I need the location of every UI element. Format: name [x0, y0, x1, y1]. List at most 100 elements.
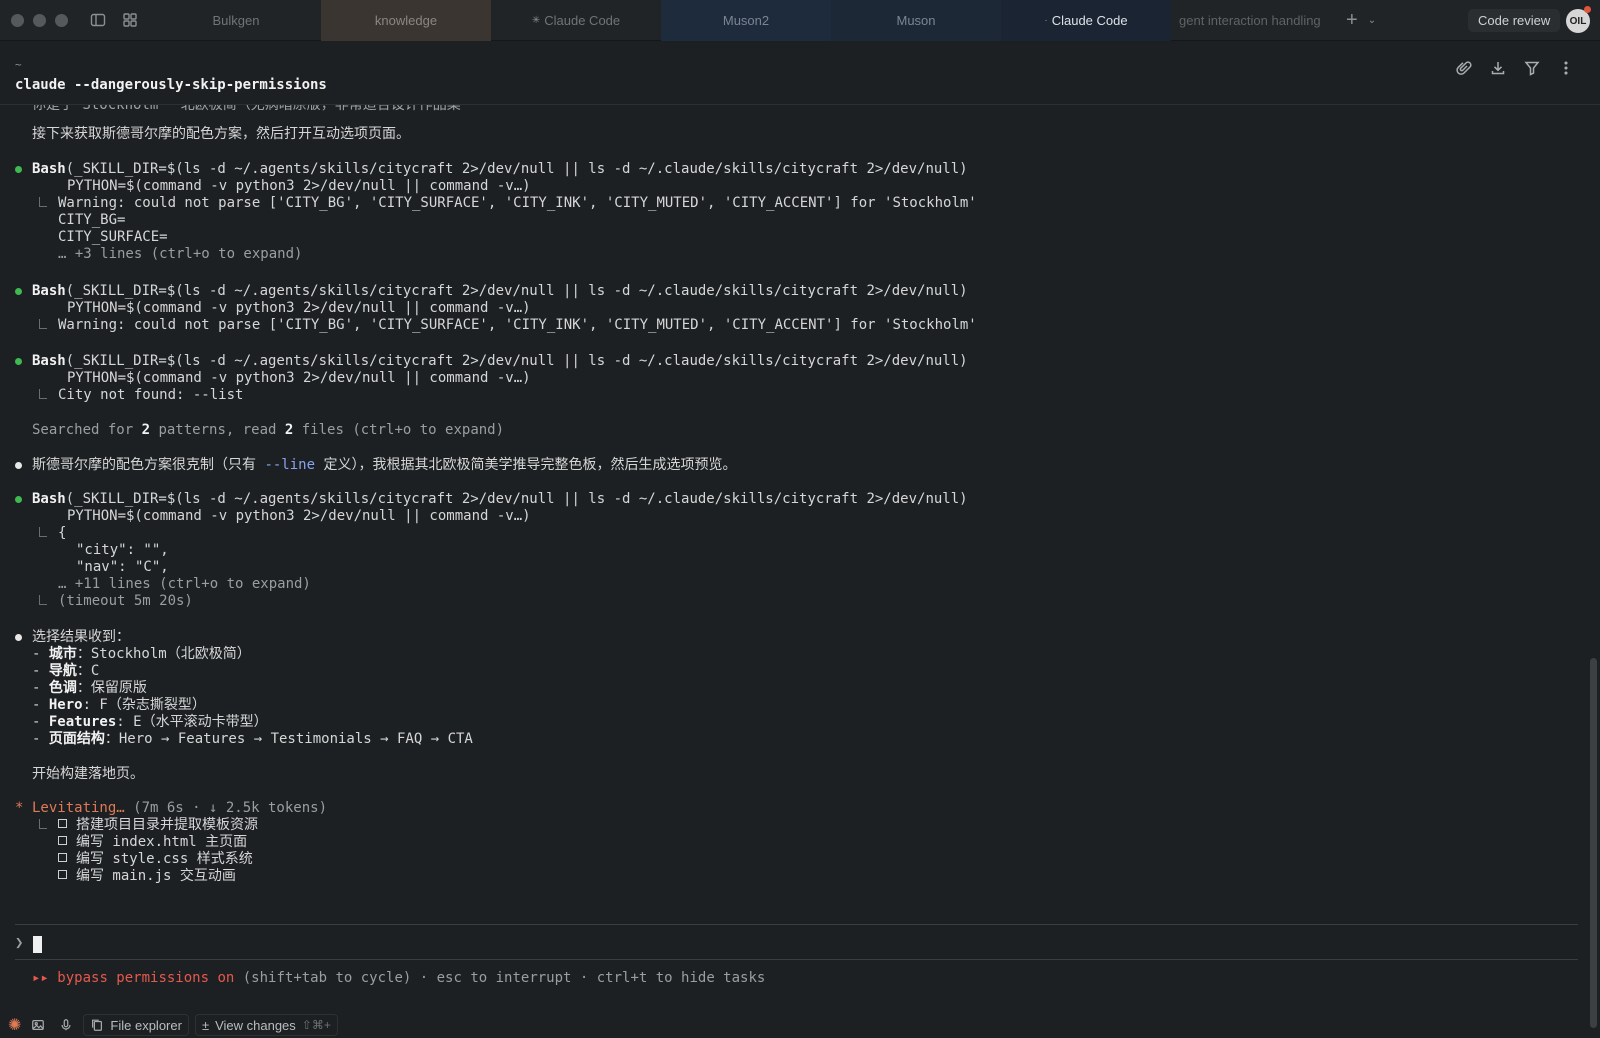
file-explorer-button[interactable]: File explorer [83, 1014, 189, 1036]
search-summary-text: patterns, read [150, 422, 285, 438]
task-item: 编写 index.html 主页面 [58, 834, 247, 851]
result-value: ：C [76, 663, 100, 679]
diff-icon: ± [201, 1017, 210, 1033]
output-line: CITY_BG= [58, 212, 126, 228]
permission-mode[interactable]: bypass permissions on [57, 970, 234, 986]
copy-files-icon [90, 1014, 104, 1036]
working-stats: (7m 6s · ↓ 2.5k tokens) [124, 800, 328, 816]
prompt-divider-bottom [15, 959, 1578, 960]
message-text: 定义），我根据其北欧极简美学推导完整色板，然后生成选项预览。 [315, 457, 737, 473]
result-item: - Hero: F（杂志撕裂型） [32, 697, 206, 714]
command-text: (_SKILL_DIR=$(ls -d ~/.agents/skills/cit… [65, 491, 968, 507]
tab-label: gent interaction handling [1179, 13, 1321, 28]
tab-muson[interactable]: Muson [831, 0, 1001, 41]
tab-knowledge[interactable]: knowledge [321, 0, 491, 41]
prompt-chevron-icon: ❯ [15, 935, 24, 951]
tab-claude-code-2[interactable]: · Claude Code [1001, 0, 1171, 41]
message-text: 斯德哥尔摩的配色方案很克制（只有 [32, 457, 265, 473]
result-item: - 页面结构：Hero → Features → Testimonials → … [32, 731, 473, 748]
sidebar-toggle-icon[interactable] [82, 0, 114, 41]
tab-claude-code-1[interactable]: ✳ Claude Code [491, 0, 661, 41]
assistant-message: 斯德哥尔摩的配色方案很克制（只有 --line 定义），我根据其北欧极简美学推导… [32, 457, 736, 474]
checkbox-icon [58, 870, 67, 879]
image-icon[interactable] [27, 1014, 49, 1036]
tree-elbow-icon [39, 389, 47, 399]
result-key: 城市 [48, 646, 77, 662]
tab-muson2[interactable]: Muson2 [661, 0, 831, 41]
notification-badge [1584, 6, 1591, 13]
checkbox-icon [58, 819, 67, 828]
bash-command: Bash(_SKILL_DIR=$(ls -d ~/.agents/skills… [32, 491, 968, 508]
message-dot-icon [15, 462, 22, 469]
tab-label: knowledge [374, 13, 438, 28]
result-value: : F（杂志撕裂型） [82, 697, 206, 713]
fast-forward-icon: ▸▸ [32, 970, 49, 986]
list-dash: - [32, 697, 49, 713]
grid-view-icon[interactable] [114, 0, 146, 41]
vertical-scrollbar[interactable] [1590, 658, 1597, 1028]
file-explorer-label: File explorer [110, 1017, 182, 1033]
working-status: Levitating… (7m 6s · ↓ 2.5k tokens) [32, 800, 327, 817]
result-value: ：Hero → Features → Testimonials → FAQ → … [104, 731, 473, 747]
command-text: (_SKILL_DIR=$(ls -d ~/.agents/skills/cit… [65, 353, 968, 369]
status-dot-icon: · [1044, 15, 1048, 26]
zoom-window-button[interactable] [55, 13, 68, 27]
result-key: Hero [48, 697, 83, 713]
message-dot-icon [15, 634, 22, 641]
plus-icon[interactable]: + [1346, 9, 1358, 32]
more-menu-icon[interactable] [1556, 58, 1576, 78]
bash-command: Bash(_SKILL_DIR=$(ls -d ~/.agents/skills… [32, 161, 968, 178]
tool-name: Bash [32, 491, 66, 507]
tree-elbow-icon [39, 197, 47, 207]
tab-label: Bulkgen [212, 13, 260, 28]
list-dash: - [32, 680, 49, 696]
output-line: Warning: could not parse ['CITY_BG', 'CI… [58, 317, 977, 333]
task-label: 搭建项目目录并提取模板资源 [76, 817, 258, 833]
inline-code: --line [264, 457, 316, 473]
working-label: Levitating… [32, 800, 125, 816]
result-key: 色调 [48, 680, 77, 696]
tool-name: Bash [32, 353, 66, 369]
tab-bulkgen[interactable]: Bulkgen [151, 0, 321, 41]
tree-elbow-icon [39, 527, 47, 537]
task-label: 编写 main.js 交互动画 [76, 868, 236, 884]
permission-status: ▸▸ bypass permissions on (shift+tab to c… [32, 970, 765, 986]
output-line: { [58, 525, 67, 541]
result-heading: 选择结果收到： [32, 629, 130, 645]
bottom-bar: ✺ File explorer ± View changes ⇧⌘+ [0, 1012, 1600, 1038]
list-dash: - [32, 663, 49, 679]
expand-hint[interactable]: … +11 lines (ctrl+o to expand) [58, 576, 311, 593]
bash-command: Bash(_SKILL_DIR=$(ls -d ~/.agents/skills… [32, 283, 968, 300]
result-value: ：保留原版 [76, 680, 147, 696]
result-item: - 导航：C [32, 663, 99, 680]
success-dot-icon [15, 288, 22, 295]
tree-elbow-icon [39, 819, 47, 829]
view-changes-button[interactable]: ± View changes ⇧⌘+ [194, 1014, 338, 1036]
prompt-input[interactable] [33, 936, 42, 953]
output-line: "city": "", [76, 542, 169, 558]
expand-hint[interactable]: … +3 lines (ctrl+o to expand) [58, 246, 302, 263]
minimize-window-button[interactable] [33, 13, 46, 27]
chevron-down-icon[interactable]: ⌄ [1368, 15, 1376, 26]
search-summary[interactable]: Searched for 2 patterns, read 2 files (c… [32, 422, 504, 439]
terminal-toolbar [1454, 58, 1576, 78]
command-continuation: PYTHON=$(command -v python3 2>/dev/null … [67, 300, 531, 316]
filter-icon[interactable] [1522, 58, 1542, 78]
code-review-button[interactable]: Code review [1468, 9, 1561, 32]
output-line: City not found: --list [58, 387, 244, 403]
spinner-star-icon: * [15, 800, 24, 816]
download-icon[interactable] [1488, 58, 1508, 78]
list-dash: - [32, 646, 49, 662]
microphone-icon[interactable] [55, 1014, 77, 1036]
tab-agent-interaction[interactable]: gent interaction handling [1171, 0, 1341, 41]
success-dot-icon [15, 358, 22, 365]
checkbox-icon [58, 836, 67, 845]
close-window-button[interactable] [11, 13, 24, 27]
paperclip-icon[interactable] [1454, 58, 1474, 78]
working-directory: ~ [15, 58, 22, 71]
view-changes-shortcut: ⇧⌘+ [301, 1018, 331, 1032]
tab-label: Claude Code [1051, 13, 1128, 28]
command-continuation: PYTHON=$(command -v python3 2>/dev/null … [67, 178, 531, 194]
result-item: - 城市：Stockholm（北欧极简） [32, 646, 251, 663]
result-item: - Features: E（水平滚动卡带型） [32, 714, 268, 731]
